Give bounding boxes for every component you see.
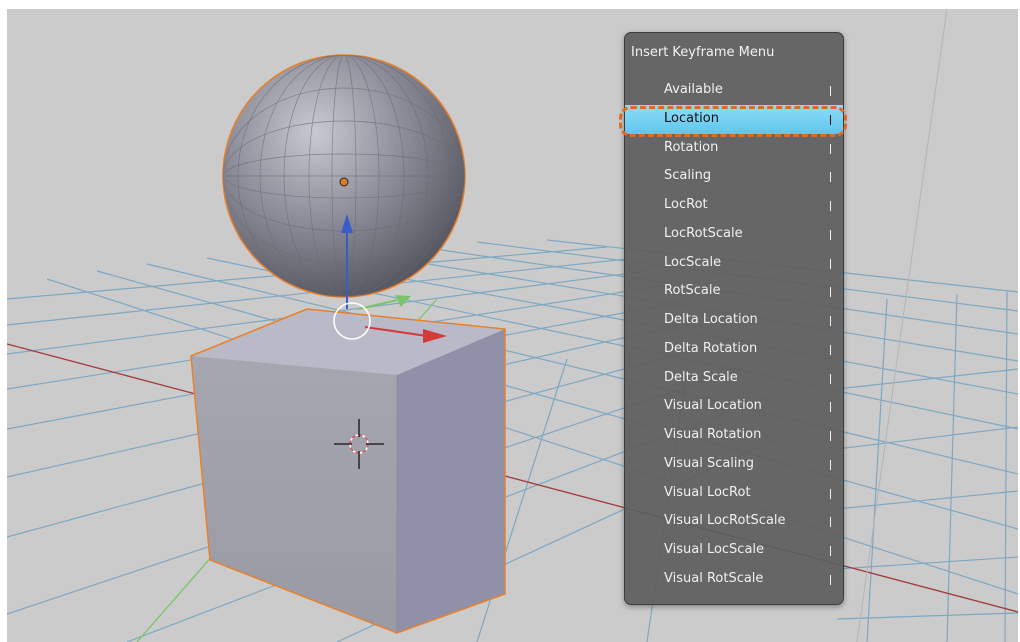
menu-item-label: Visual RotScale [664, 570, 764, 586]
menu-item-label: Visual Location [664, 398, 762, 414]
menu-item-visual-rotation[interactable]: Visual Rotation [625, 421, 843, 450]
z-axis-line [856, 9, 948, 642]
shortcut-indicator-icon [830, 201, 831, 211]
shortcut-indicator-icon [830, 431, 831, 441]
menu-item-rotation[interactable]: Rotation [625, 134, 843, 163]
shortcut-indicator-icon [830, 574, 831, 585]
shortcut-indicator-icon [830, 172, 831, 183]
menu-item-label: Visual LocRotScale [664, 513, 786, 529]
shortcut-indicator-icon [830, 517, 831, 528]
viewport-scene [7, 9, 1018, 642]
menu-item-label: RotScale [664, 283, 721, 299]
menu-item-label: Available [664, 82, 723, 97]
menu-item-label: Visual Scaling [664, 455, 755, 471]
menu-item-visual-locscale[interactable]: Visual LocScale [625, 536, 843, 565]
menu-item-label: Visual Rotation [664, 427, 762, 442]
menu-item-delta-location[interactable]: Delta Location [625, 306, 843, 335]
menu-item-location[interactable]: Location [619, 104, 847, 137]
menu-item-visual-rotscale[interactable]: Visual RotScale [625, 565, 843, 594]
menu-item-label: LocScale [664, 254, 722, 270]
menu-item-visual-locrot[interactable]: Visual LocRot [625, 479, 843, 508]
menu-item-label: Visual LocScale [664, 542, 765, 557]
menu-item-label: LocRotScale [664, 225, 743, 241]
menu-item-label: Delta Location [664, 312, 758, 327]
menu-item-delta-scale[interactable]: Delta Scale [625, 364, 843, 393]
shortcut-indicator-icon [830, 488, 831, 499]
menu-item-scaling[interactable]: Scaling [625, 162, 843, 191]
menu-item-label: Location [664, 110, 719, 126]
menu-item-delta-rotation[interactable]: Delta Rotation [625, 335, 843, 364]
shortcut-indicator-icon [830, 143, 831, 154]
shortcut-indicator-icon [830, 459, 831, 470]
shortcut-indicator-icon [830, 373, 831, 384]
menu-item-visual-scaling[interactable]: Visual Scaling [625, 450, 843, 479]
shortcut-indicator-icon [830, 114, 831, 125]
shortcut-indicator-icon [830, 229, 831, 240]
menu-item-label: Scaling [664, 168, 712, 184]
floor-grid [7, 239, 1018, 642]
uv-sphere[interactable] [222, 54, 466, 298]
x-axis-line [7, 343, 1018, 613]
menu-item-label: Visual LocRot [664, 484, 751, 500]
menu-item-label: Delta Scale [664, 369, 738, 385]
menu-item-rotscale[interactable]: RotScale [625, 277, 843, 306]
shortcut-indicator-icon [830, 546, 831, 556]
shortcut-indicator-icon [830, 86, 831, 96]
menu-item-label: Delta Rotation [664, 340, 758, 356]
shortcut-indicator-icon [830, 402, 831, 413]
callout-highlight-ring [619, 105, 847, 137]
menu-item-locrotscale[interactable]: LocRotScale [625, 220, 843, 249]
menu-item-locrot[interactable]: LocRot [625, 191, 843, 220]
menu-item-locscale[interactable]: LocScale [625, 249, 843, 278]
menu-item-label: Rotation [664, 139, 719, 155]
menu-items-list: Available Location Rotation Scaling LocRot Lo… [619, 76, 847, 594]
menu-item-visual-location[interactable]: Visual Location [625, 392, 843, 421]
3d-viewport[interactable]: Insert Keyframe Menu Available Location Ro… [7, 9, 1018, 642]
shortcut-indicator-icon [830, 258, 831, 269]
shortcut-indicator-icon [830, 287, 831, 298]
insert-keyframe-menu: Insert Keyframe Menu Available Location Ro… [619, 32, 847, 605]
menu-title: Insert Keyframe Menu [631, 45, 775, 60]
menu-item-visual-locrotscale[interactable]: Visual LocRotScale [625, 507, 843, 536]
shortcut-indicator-icon [830, 316, 831, 326]
cube[interactable] [190, 308, 506, 634]
menu-item-label: LocRot [664, 197, 708, 212]
shortcut-indicator-icon [830, 344, 831, 355]
menu-item-available[interactable]: Available [625, 76, 843, 105]
